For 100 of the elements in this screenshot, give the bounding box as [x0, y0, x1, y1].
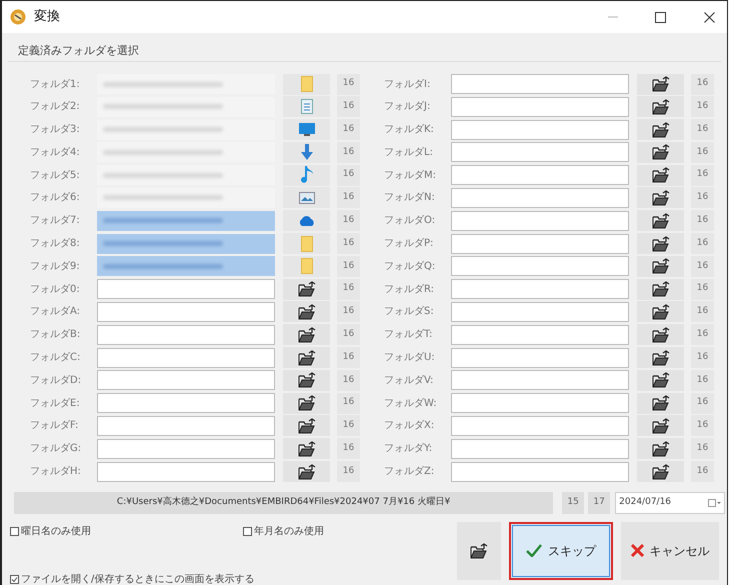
- size-button[interactable]: 16: [337, 461, 360, 482]
- size-button[interactable]: 16: [691, 415, 714, 436]
- size-button[interactable]: 16: [691, 256, 714, 277]
- size-button[interactable]: 16: [337, 301, 360, 322]
- size-button[interactable]: 16: [337, 74, 360, 94]
- size-button[interactable]: 16: [691, 233, 714, 254]
- size-button[interactable]: 16: [337, 392, 360, 414]
- folder-path-field[interactable]: [451, 142, 629, 162]
- folder-button[interactable]: [283, 392, 330, 414]
- size-button[interactable]: 16: [691, 164, 714, 186]
- folder-path-field[interactable]: [451, 416, 629, 436]
- folder-path-field[interactable]: [451, 188, 629, 208]
- folder-path-field[interactable]: [451, 393, 629, 414]
- folder-path-field[interactable]: [97, 302, 275, 322]
- folder-path-field[interactable]: [97, 370, 275, 390]
- size-button[interactable]: 16: [691, 301, 714, 322]
- size-button[interactable]: 16: [337, 347, 360, 368]
- checkbox[interactable]: [243, 526, 252, 536]
- size-button[interactable]: 16: [337, 278, 360, 300]
- folder-button[interactable]: [637, 324, 684, 346]
- folder-button[interactable]: [283, 438, 330, 460]
- folder-path-field[interactable]: [97, 96, 275, 117]
- folder-path-field[interactable]: [451, 462, 629, 482]
- checkbox[interactable]: [10, 526, 19, 536]
- folder-path-field[interactable]: [451, 256, 629, 276]
- calendar-dropdown-icon[interactable]: [708, 498, 721, 507]
- folder-button[interactable]: [637, 233, 684, 254]
- folder-button[interactable]: [637, 347, 684, 368]
- folder-button[interactable]: [283, 461, 330, 482]
- folder-path-field[interactable]: [97, 462, 275, 482]
- size-button[interactable]: 16: [337, 210, 360, 232]
- folder-path-field[interactable]: [451, 348, 629, 368]
- folder-path-field[interactable]: [451, 370, 629, 390]
- folder-path-field[interactable]: [97, 416, 275, 436]
- date-picker[interactable]: 2024/07/16: [615, 492, 725, 514]
- size-button[interactable]: 16: [337, 415, 360, 436]
- size-button[interactable]: 16: [337, 142, 360, 163]
- folder-path-field[interactable]: [451, 96, 629, 117]
- folder-button[interactable]: [283, 324, 330, 346]
- size-button[interactable]: 16: [337, 233, 360, 254]
- folder-button[interactable]: [283, 278, 330, 300]
- folder-path-field[interactable]: [97, 165, 275, 186]
- folder-button[interactable]: [637, 415, 684, 436]
- size-button[interactable]: 16: [691, 461, 714, 482]
- size-button[interactable]: 16: [337, 438, 360, 460]
- folder-path-field[interactable]: [97, 256, 275, 276]
- checkbox[interactable]: [10, 574, 19, 584]
- size-button[interactable]: 16: [691, 187, 714, 208]
- open-folder-button[interactable]: [457, 522, 501, 580]
- size-button[interactable]: 16: [691, 370, 714, 391]
- folder-button[interactable]: [637, 461, 684, 482]
- size-button[interactable]: 16: [691, 278, 714, 300]
- size-button[interactable]: 16: [691, 96, 714, 118]
- folder-button[interactable]: [283, 347, 330, 368]
- size-button[interactable]: 16: [337, 96, 360, 118]
- size-button[interactable]: 16: [337, 370, 360, 391]
- folder-path-field[interactable]: [451, 74, 629, 94]
- folder-button[interactable]: [637, 392, 684, 414]
- folder-button[interactable]: [637, 96, 684, 118]
- size-button[interactable]: 16: [337, 164, 360, 186]
- folder-path-field[interactable]: [97, 438, 275, 459]
- folder-button[interactable]: [637, 74, 684, 94]
- folder-path-field[interactable]: [451, 438, 629, 459]
- size-button[interactable]: 16: [691, 438, 714, 460]
- size-button[interactable]: 16: [691, 119, 714, 140]
- folder-button[interactable]: [637, 142, 684, 163]
- size-button[interactable]: 16: [337, 324, 360, 346]
- skip-button[interactable]: スキップ: [509, 522, 613, 580]
- size-button[interactable]: 16: [337, 256, 360, 277]
- folder-path-field[interactable]: [97, 348, 275, 368]
- size-button[interactable]: 16: [691, 347, 714, 368]
- folder-button[interactable]: [637, 278, 684, 300]
- folder-button[interactable]: [637, 256, 684, 277]
- folder-path-field[interactable]: [451, 234, 629, 254]
- size-button[interactable]: 16: [691, 74, 714, 94]
- folder-button[interactable]: [637, 438, 684, 460]
- folder-button[interactable]: [283, 301, 330, 322]
- size-button[interactable]: 16: [691, 210, 714, 232]
- size-button[interactable]: 16: [691, 324, 714, 346]
- folder-path-field[interactable]: [451, 279, 629, 300]
- size-button[interactable]: 16: [691, 142, 714, 163]
- folder-path-field[interactable]: [97, 279, 275, 300]
- cancel-button[interactable]: キャンセル: [621, 522, 719, 580]
- folder-button[interactable]: [637, 164, 684, 186]
- folder-button[interactable]: [637, 301, 684, 322]
- folder-path-field[interactable]: [451, 120, 629, 140]
- folder-path-field[interactable]: [97, 74, 275, 94]
- folder-path-field[interactable]: [97, 210, 275, 231]
- folder-path-field[interactable]: [97, 120, 275, 140]
- folder-button[interactable]: [637, 210, 684, 232]
- maximize-icon[interactable]: [655, 12, 666, 22]
- folder-path-field[interactable]: [97, 234, 275, 254]
- count-button[interactable]: 15: [562, 492, 584, 514]
- folder-path-field[interactable]: [97, 324, 275, 345]
- folder-path-field[interactable]: [451, 324, 629, 345]
- folder-path-field[interactable]: [451, 210, 629, 231]
- size-button[interactable]: 16: [337, 187, 360, 208]
- folder-path-field[interactable]: [97, 393, 275, 414]
- close-icon[interactable]: [704, 12, 715, 22]
- size-button[interactable]: 16: [691, 392, 714, 414]
